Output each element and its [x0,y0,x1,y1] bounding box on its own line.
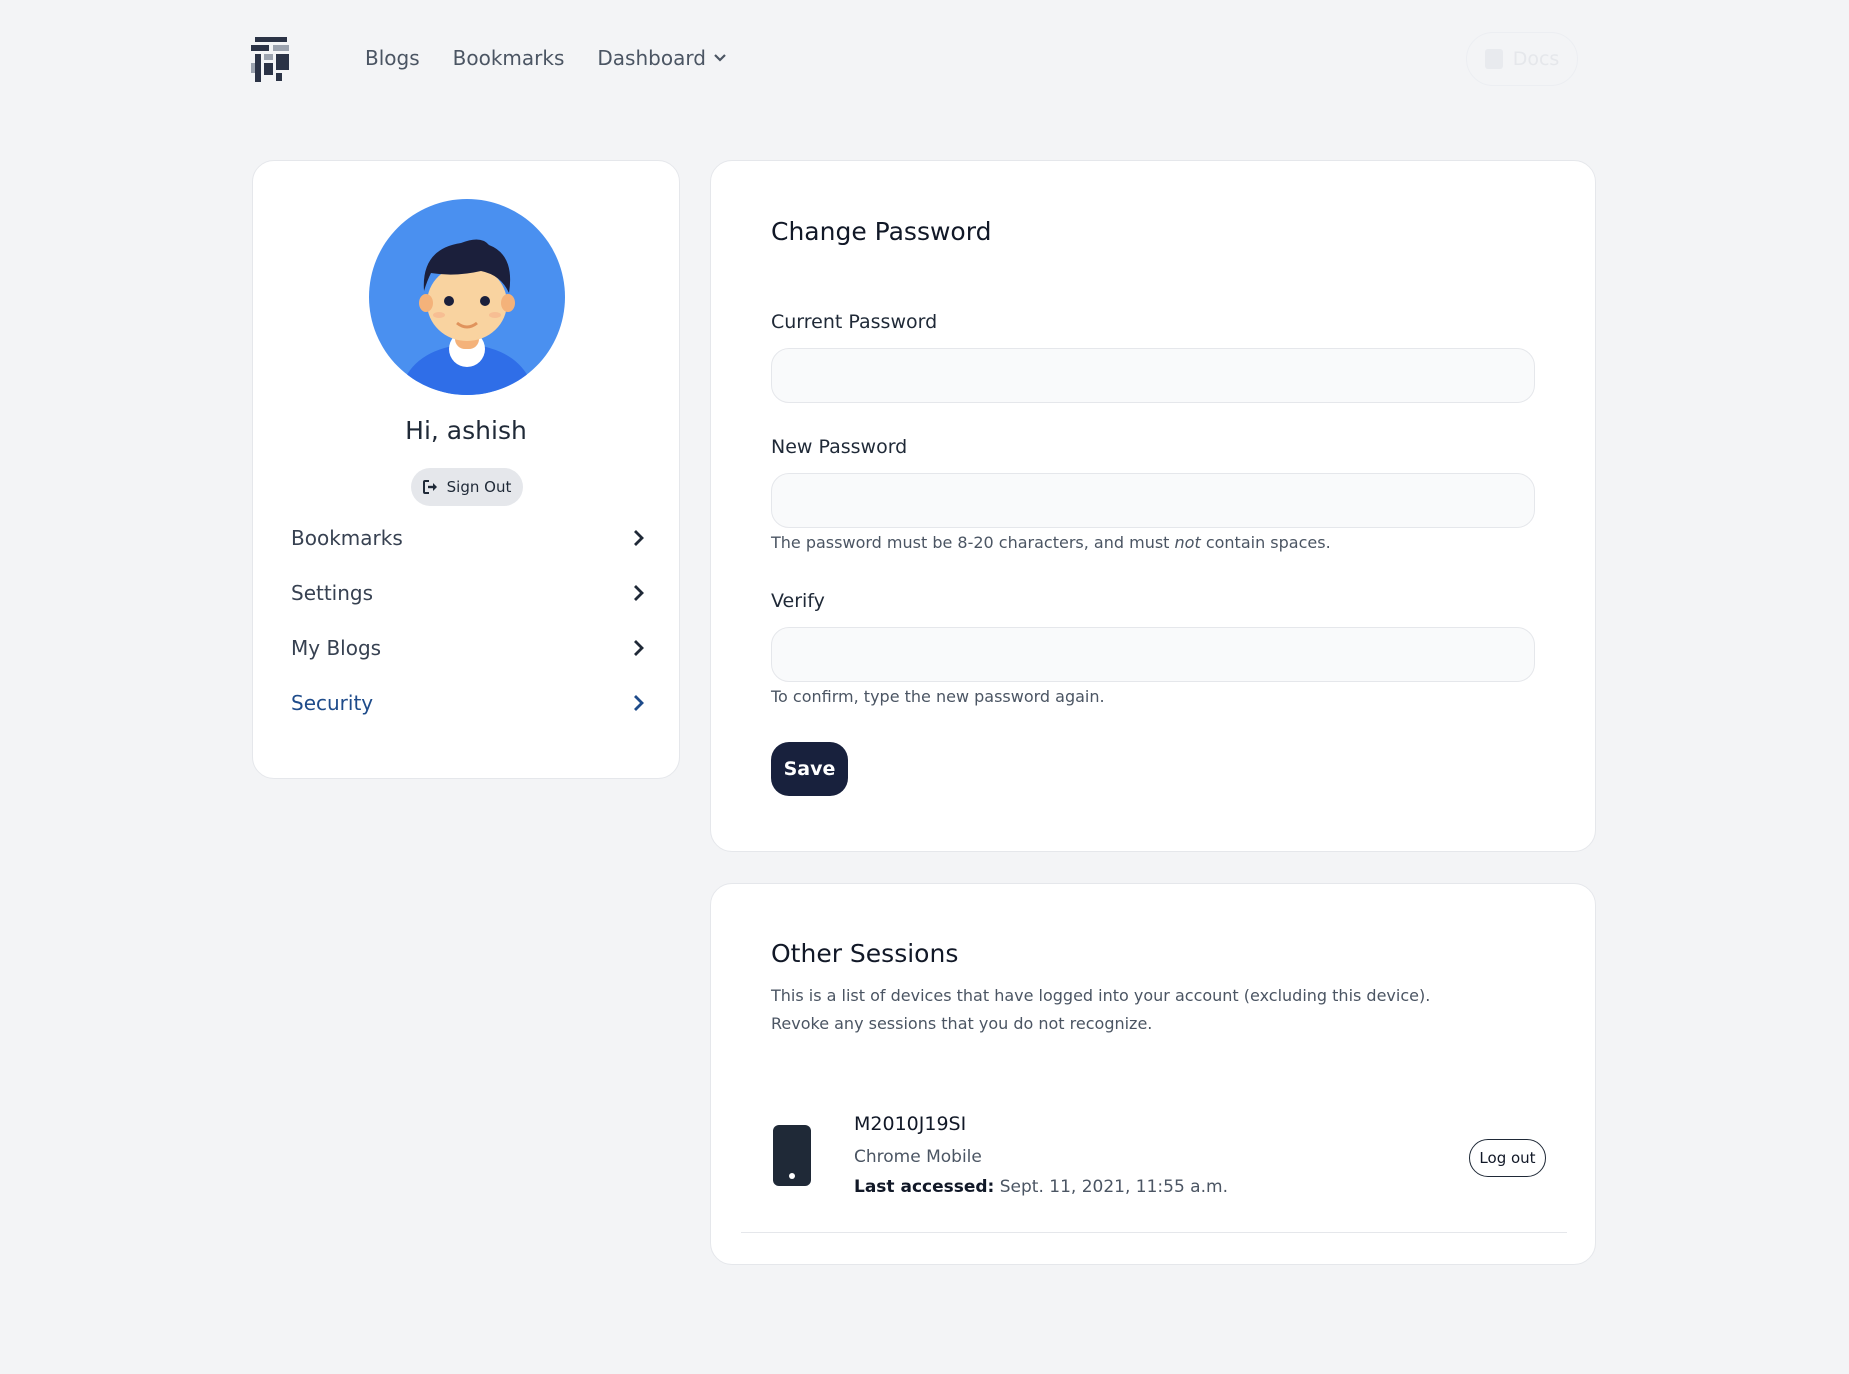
profile-card: Hi, ashish Sign Out Bookmarks Settings M… [252,160,680,779]
sidebar-item-settings[interactable]: Settings [291,565,645,620]
change-password-title: Change Password [771,217,992,246]
docs-label: Docs [1512,48,1560,70]
dropdown-label: Dashboard [597,46,706,70]
sessions-description-line: Revoke any sessions that you do not reco… [771,1014,1153,1033]
change-password-card: Change Password Current Password New Pas… [710,160,1596,852]
sign-out-button[interactable]: Sign Out [411,468,523,506]
current-password-label: Current Password [771,311,938,333]
session-device-name: M2010J19SI [854,1113,967,1135]
verify-password-help: To confirm, type the new password again. [771,687,1105,706]
help-text-part: The password must be 8-20 characters, an… [771,533,1175,552]
verify-password-label: Verify [771,590,825,612]
greeting-text: Hi, ashish [405,416,527,445]
book-icon [1484,49,1503,69]
current-password-input[interactable] [771,348,1535,403]
new-password-label: New Password [771,436,908,458]
session-last-accessed: Last accessed: Sept. 11, 2021, 11:55 a.m… [854,1177,1228,1197]
sidebar-item-label: Security [291,690,374,715]
nav-dropdown-dashboard[interactable]: Dashboard [597,46,726,70]
top-header: Blogs Bookmarks Dashboard Docs [0,0,1849,118]
avatar [369,199,565,395]
sidebar-item-security[interactable]: Security [291,675,645,730]
site-logo[interactable] [251,35,291,83]
chevron-right-icon [634,529,644,546]
new-password-input[interactable] [771,473,1535,528]
help-text-part: contain spaces. [1200,533,1331,552]
nav-link-blogs[interactable]: Blogs [365,46,420,70]
last-accessed-label: Last accessed: [854,1177,995,1197]
chevron-right-icon [634,584,644,601]
session-logout-button[interactable]: Log out [1469,1139,1546,1177]
session-divider [741,1232,1567,1233]
other-sessions-card: Other Sessions This is a list of devices… [710,883,1596,1265]
sidebar-item-my-blogs[interactable]: My Blogs [291,620,645,675]
phone-button-dot [789,1173,795,1179]
nav-link-bookmarks[interactable]: Bookmarks [453,46,565,70]
last-accessed-value: Sept. 11, 2021, 11:55 a.m. [994,1177,1228,1197]
sessions-description-line: This is a list of devices that have logg… [771,986,1431,1005]
sidebar-item-label: Bookmarks [291,525,403,550]
main-nav: Blogs Bookmarks Dashboard [365,46,726,70]
sidebar-item-label: My Blogs [291,635,382,660]
session-browser: Chrome Mobile [854,1147,982,1167]
other-sessions-title: Other Sessions [771,939,959,968]
sign-out-label: Sign Out [446,478,512,496]
chevron-right-icon [634,639,644,656]
sign-out-icon [422,480,437,494]
sidebar-item-bookmarks[interactable]: Bookmarks [291,510,645,565]
mobile-phone-icon [773,1125,811,1186]
sidebar-item-label: Settings [291,580,374,605]
help-text-emphasis: not [1174,533,1201,552]
chevron-down-icon [714,54,726,62]
verify-password-input[interactable] [771,627,1535,682]
new-password-help: The password must be 8-20 characters, an… [771,533,1331,552]
save-button[interactable]: Save [771,742,848,796]
chevron-right-icon [634,694,644,711]
sessions-description: This is a list of devices that have logg… [771,982,1430,1038]
docs-button[interactable]: Docs [1466,32,1578,86]
profile-menu: Bookmarks Settings My Blogs Security [291,510,645,730]
